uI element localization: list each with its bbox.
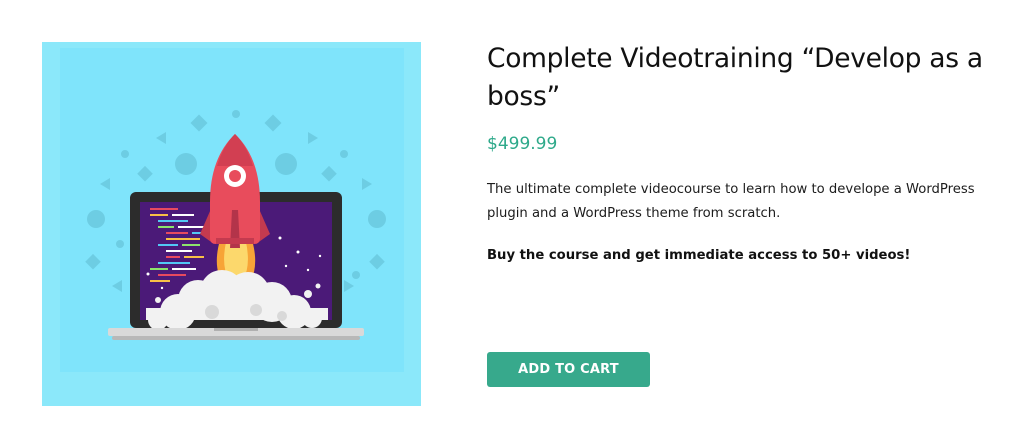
product-page: Complete Videotraining “Develop as a bos… xyxy=(0,0,1024,439)
rocket-laptop-illustration xyxy=(42,42,421,406)
laptop-base xyxy=(108,328,364,340)
product-description: The ultimate complete videocourse to lea… xyxy=(487,182,975,221)
product-price: $499.99 xyxy=(487,134,558,154)
product-image[interactable] xyxy=(42,42,421,406)
add-to-cart-button[interactable]: ADD TO CART xyxy=(487,352,650,387)
product-title: Complete Videotraining “Develop as a bos… xyxy=(487,43,983,112)
product-summary: Complete Videotraining “Develop as a bos… xyxy=(487,40,997,266)
product-cta-text: Buy the course and get immediate access … xyxy=(487,248,911,263)
